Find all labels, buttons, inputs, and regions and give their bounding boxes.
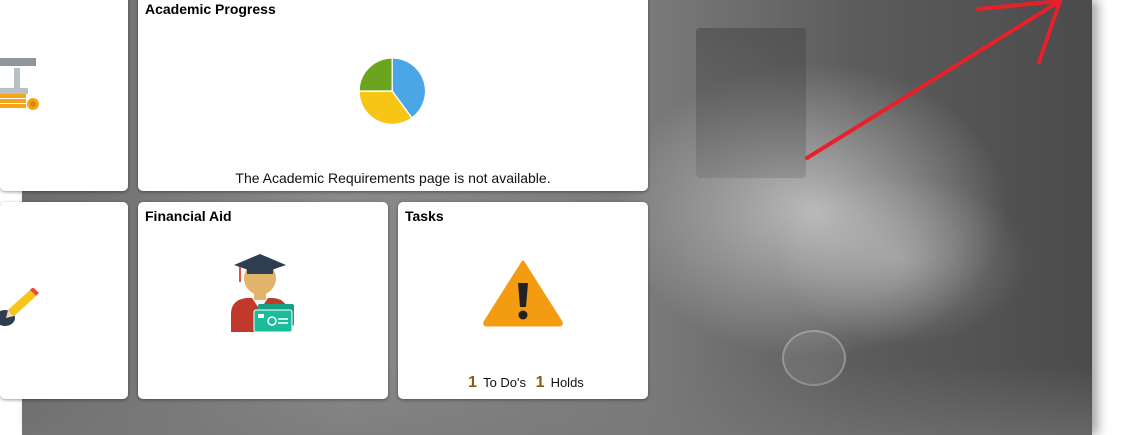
- tile-title: Tasks: [405, 208, 444, 224]
- background-window: [696, 28, 806, 178]
- todo-label[interactable]: To Do's: [483, 375, 526, 390]
- tile-left-top[interactable]: [0, 0, 128, 191]
- task-counts: 1 To Do's 1 Holds: [398, 374, 648, 392]
- tile-financial-aid[interactable]: Financial Aid: [138, 202, 388, 399]
- graduate-financial-aid-icon: [231, 254, 294, 333]
- holds-count[interactable]: 1: [536, 374, 545, 391]
- tile-title: Academic Progress: [145, 1, 276, 17]
- status-message: The Academic Requirements page is not av…: [235, 170, 551, 186]
- pie-chart-icon: [358, 58, 427, 126]
- holds-label[interactable]: Holds: [551, 375, 584, 390]
- bank-coins-icon: [0, 58, 39, 110]
- warning-icon: [483, 260, 563, 327]
- tile-tasks[interactable]: Tasks 1 To Do's 1 Holds: [398, 202, 648, 399]
- todo-count[interactable]: 1: [468, 374, 477, 391]
- pencil-icon: [0, 288, 39, 326]
- tile-title: Financial Aid: [145, 208, 232, 224]
- tile-left-bottom[interactable]: [0, 202, 128, 399]
